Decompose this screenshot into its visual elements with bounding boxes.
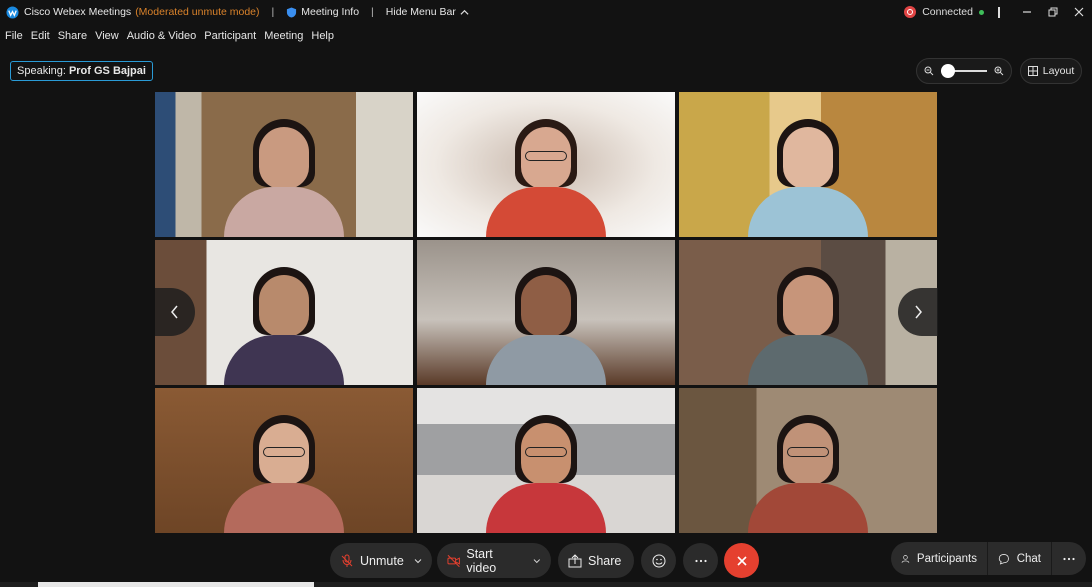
connection-dot-icon	[979, 9, 984, 15]
webex-logo-icon	[6, 5, 19, 19]
restore-button[interactable]	[1040, 0, 1066, 24]
chevron-down-icon[interactable]	[533, 557, 541, 565]
title-separator: |	[271, 6, 275, 18]
menu-audio-video[interactable]: Audio & Video	[127, 30, 197, 42]
participant-video-tile[interactable]	[417, 92, 675, 237]
participant-video-tile[interactable]	[417, 240, 675, 385]
start-video-label: Start video	[466, 546, 497, 575]
more-horizontal-icon	[694, 559, 707, 562]
layout-label: Layout	[1042, 65, 1075, 77]
close-icon	[736, 555, 747, 566]
start-video-button[interactable]: Start video	[437, 543, 551, 578]
menu-help[interactable]: Help	[311, 30, 334, 42]
hide-menu-bar-label: Hide Menu Bar	[385, 6, 456, 18]
chat-bubble-icon	[998, 553, 1009, 564]
more-horizontal-icon	[1063, 557, 1075, 560]
participant-video-tile[interactable]	[155, 92, 413, 237]
participants-button[interactable]: Participants	[891, 542, 988, 575]
unmute-label: Unmute	[360, 553, 404, 568]
chat-button[interactable]: Chat	[988, 542, 1052, 575]
video-grid	[155, 92, 937, 534]
end-meeting-control	[724, 543, 759, 578]
chevron-left-icon	[171, 305, 178, 319]
minimize-icon	[1023, 11, 1031, 13]
recording-icon[interactable]	[904, 6, 917, 18]
participant-video-tile[interactable]	[679, 388, 937, 533]
menu-meeting[interactable]: Meeting	[264, 30, 303, 42]
chevron-up-icon	[460, 9, 469, 15]
grid-layout-icon	[1027, 66, 1038, 76]
microphone-muted-icon	[341, 554, 353, 567]
chevron-down-icon[interactable]	[414, 557, 422, 565]
shield-icon	[287, 6, 297, 18]
participant-figure	[743, 413, 873, 533]
menu-share[interactable]: Share	[58, 30, 87, 42]
close-icon	[1074, 7, 1084, 17]
person-icon	[901, 554, 910, 563]
more-panels-button[interactable]	[1052, 542, 1086, 575]
participants-label: Participants	[916, 552, 977, 565]
share-icon	[568, 553, 582, 567]
speaker-name: Prof GS Bajpai	[68, 65, 146, 77]
restore-icon	[1048, 7, 1058, 17]
zoom-out-icon[interactable]	[924, 66, 934, 76]
leave-meeting-button[interactable]	[724, 543, 759, 578]
participant-video-tile[interactable]	[417, 388, 675, 533]
video-off-icon	[447, 554, 460, 567]
more-options-button[interactable]	[683, 543, 718, 578]
close-button[interactable]	[1066, 0, 1092, 24]
zoom-control	[916, 58, 1012, 84]
participant-figure	[481, 265, 611, 385]
moderated-mode-label: (Moderated unmute mode)	[135, 6, 260, 18]
share-button[interactable]: Share	[558, 543, 634, 578]
participant-figure	[743, 117, 873, 237]
smiley-icon	[652, 554, 665, 567]
active-speaker-badge: Speaking: Prof GS Bajpai	[10, 61, 153, 81]
participant-figure	[743, 265, 873, 385]
connection-status: Connected	[922, 6, 973, 18]
title-bar: Cisco Webex Meetings (Moderated unmute m…	[0, 0, 1092, 24]
next-page-button[interactable]	[898, 288, 938, 336]
panel-controls: Participants Chat	[891, 542, 1086, 575]
minimize-button[interactable]	[1014, 0, 1040, 24]
menu-edit[interactable]: Edit	[31, 30, 50, 42]
video-control: Start video	[437, 543, 551, 578]
hide-menu-bar-button[interactable]: Hide Menu Bar	[386, 6, 469, 18]
app-title: Cisco Webex Meetings	[24, 6, 132, 18]
chevron-right-icon	[915, 305, 922, 319]
horizontal-scrollbar[interactable]	[0, 582, 1092, 587]
menu-view[interactable]: View	[95, 30, 119, 42]
unmute-button[interactable]: Unmute	[330, 543, 432, 578]
scrollbar-thumb[interactable]	[38, 582, 314, 587]
menu-bar: File Edit Share View Audio & Video Parti…	[0, 27, 337, 45]
menu-file[interactable]: File	[5, 30, 23, 42]
zoom-slider[interactable]	[941, 64, 987, 78]
window-controls: Connected	[904, 0, 1092, 24]
share-label: Share	[588, 553, 622, 568]
zoom-in-icon[interactable]	[994, 66, 1004, 76]
participant-video-tile[interactable]	[155, 388, 413, 533]
participant-video-tile[interactable]	[679, 92, 937, 237]
divider	[998, 6, 1000, 18]
speaking-label: Speaking:	[17, 65, 66, 77]
reactions-button[interactable]	[641, 543, 676, 578]
layout-button[interactable]: Layout	[1020, 58, 1082, 84]
participant-figure	[219, 265, 349, 385]
meeting-controls: Unmute	[330, 543, 432, 578]
participant-figure	[481, 117, 611, 237]
more-options-control	[683, 543, 718, 578]
menu-participant[interactable]: Participant	[204, 30, 256, 42]
meeting-info-link[interactable]: Meeting Info	[301, 6, 359, 18]
zoom-slider-thumb[interactable]	[941, 64, 955, 78]
participant-figure	[481, 413, 611, 533]
participant-figure	[219, 413, 349, 533]
reactions-control	[641, 543, 676, 578]
participant-figure	[219, 117, 349, 237]
share-control: Share	[558, 543, 634, 578]
chat-label: Chat	[1016, 552, 1041, 565]
title-separator: |	[371, 6, 374, 18]
